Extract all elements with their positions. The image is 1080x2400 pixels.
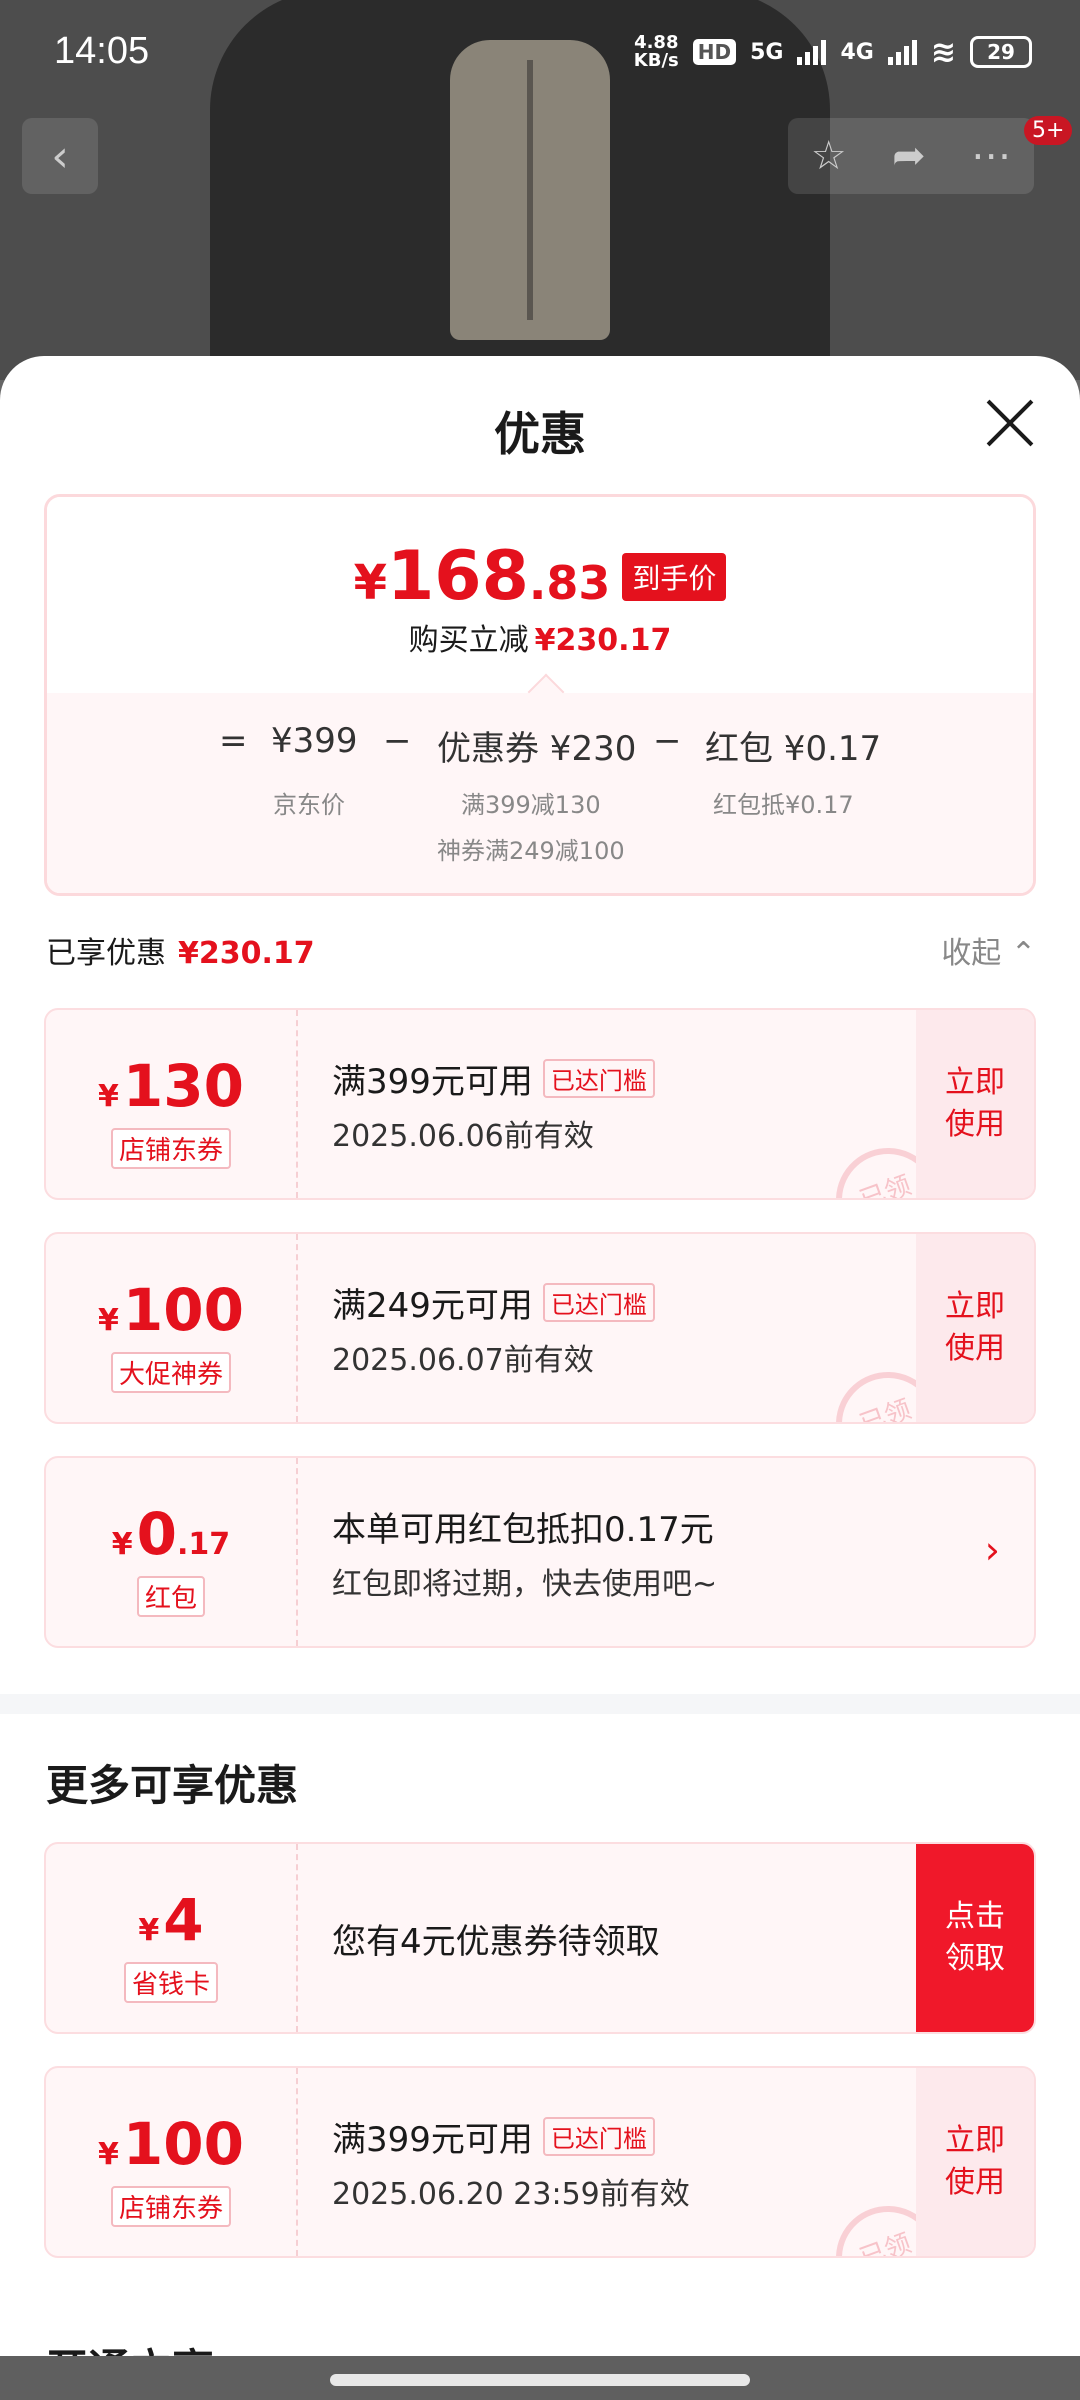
nav-actions: ☆ ➦ ⋯ bbox=[788, 118, 1034, 194]
enjoyed-discount-row: 已享优惠 ¥230.17 收起 ⌃ bbox=[46, 928, 1036, 972]
hd-icon: HD bbox=[692, 39, 737, 65]
calc-coupon-desc-1: 满399减130 bbox=[461, 791, 601, 819]
home-indicator[interactable] bbox=[330, 2374, 750, 2386]
chevron-right-icon: › bbox=[984, 1528, 1000, 1572]
calc-coupon-desc-2: 神券满249减100 bbox=[437, 837, 625, 865]
redpacket-tag: 红包 bbox=[136, 1576, 206, 1617]
threshold-reached-badge: 已达门槛 bbox=[542, 1059, 655, 1098]
coupon-amount: 100 bbox=[122, 2110, 244, 2178]
sheet-title: 优惠 bbox=[494, 407, 586, 461]
calc-redpacket-desc: 红包抵¥0.17 bbox=[713, 791, 854, 819]
coupon-card: ¥100 店铺东券 满399元可用 已达门槛 2025.06.20 23:59前有… bbox=[44, 2066, 1036, 2258]
signal-icon bbox=[797, 39, 827, 65]
final-price-tag: 到手价 bbox=[622, 552, 727, 601]
coupon-condition: 满249元可用 bbox=[332, 1286, 533, 1326]
coupon-type-tag: 店铺东券 bbox=[110, 2186, 232, 2227]
coupon-yen: ¥ bbox=[98, 1303, 119, 1338]
message-badge: 5+ bbox=[1024, 116, 1073, 145]
threshold-reached-badge: 已达门槛 bbox=[542, 1283, 655, 1322]
coupon-validity: 2025.06.07前有效 bbox=[332, 1343, 594, 1378]
redpacket-amount: 0 bbox=[136, 1500, 178, 1568]
status-bar: 14:05 4.88 KB/s HD 5G 4G ≋ 29 bbox=[0, 0, 1080, 110]
redpacket-condition: 本单可用红包抵扣0.17元 bbox=[332, 1510, 714, 1550]
network-5g-label: 5G bbox=[750, 39, 784, 65]
price-breakdown: = ¥399 − 优惠券 ¥230 − 红包 ¥0.17 京东价 满399减13… bbox=[47, 673, 1033, 893]
coupon-amount: 4 bbox=[163, 1886, 204, 1954]
calc-minus-2: − bbox=[653, 721, 682, 761]
coupon-validity: 2025.06.20 23:59前有效 bbox=[332, 2177, 690, 2212]
signal-icon-2 bbox=[887, 39, 917, 65]
enjoyed-value: ¥230.17 bbox=[178, 936, 315, 971]
network-speed-unit: KB/s bbox=[633, 50, 679, 71]
final-price-decimal: .83 bbox=[528, 556, 611, 610]
chevron-left-icon: ‹ bbox=[51, 130, 69, 182]
more-dots-icon[interactable]: ⋯ bbox=[971, 133, 1011, 179]
coupon-card: ¥130 店铺东券 满399元可用 已达门槛 2025.06.06前有效 已领 立… bbox=[44, 1008, 1036, 1200]
final-price-yen: ¥ bbox=[353, 555, 387, 611]
share-icon[interactable]: ➦ bbox=[892, 133, 926, 179]
coupon-amount: 100 bbox=[122, 1276, 244, 1344]
coupon-yen: ¥ bbox=[98, 2137, 119, 2172]
calc-jd-price: ¥399 bbox=[271, 721, 358, 761]
calc-minus-1: − bbox=[383, 721, 412, 761]
more-discounts-title: 更多可享优惠 bbox=[46, 1761, 299, 1810]
coupon-type-tag: 省钱卡 bbox=[123, 1962, 219, 2003]
use-now-button[interactable]: 立即使用 bbox=[916, 1010, 1034, 1198]
redpacket-expiry-note: 红包即将过期，快去使用吧~ bbox=[332, 1567, 718, 1602]
status-time: 14:05 bbox=[54, 30, 150, 72]
back-button[interactable]: ‹ bbox=[22, 118, 98, 194]
gesture-bar bbox=[0, 2356, 1080, 2400]
instant-reduction: 购买立减 ¥230.17 bbox=[47, 615, 1033, 659]
final-price: ¥ 168 .83 到手价 bbox=[47, 537, 1033, 616]
coupon-condition: 满399元可用 bbox=[332, 2120, 533, 2160]
close-icon[interactable] bbox=[984, 396, 1036, 448]
coupon-validity: 2025.06.06前有效 bbox=[332, 1119, 594, 1154]
redpacket-decimal: .17 bbox=[177, 1527, 231, 1562]
section-divider bbox=[0, 1694, 1080, 1714]
reduction-value: ¥230.17 bbox=[534, 623, 672, 658]
network-speed: 4.88 KB/s bbox=[634, 34, 679, 70]
use-now-button[interactable]: 立即使用 bbox=[916, 1234, 1034, 1422]
coupon-condition: 满399元可用 bbox=[332, 1062, 533, 1102]
calc-jd-label: 京东价 bbox=[273, 791, 345, 819]
status-icons: 4.88 KB/s HD 5G 4G ≋ 29 bbox=[634, 34, 1032, 70]
coupon-amount: 130 bbox=[122, 1052, 244, 1120]
coupon-type-tag: 店铺东券 bbox=[110, 1128, 232, 1169]
final-price-integer: 168 bbox=[386, 537, 529, 616]
use-now-button[interactable]: 立即使用 bbox=[916, 2068, 1034, 2256]
coupon-yen: ¥ bbox=[98, 1079, 119, 1114]
redpacket-yen: ¥ bbox=[111, 1527, 133, 1562]
battery-icon: 29 bbox=[970, 36, 1032, 68]
enjoyed-label: 已享优惠 bbox=[46, 936, 166, 971]
favorite-star-icon[interactable]: ☆ bbox=[811, 133, 847, 179]
calc-equals: = bbox=[219, 721, 248, 761]
calc-coupon: 优惠券 ¥230 bbox=[437, 729, 637, 769]
wifi-icon: ≋ bbox=[930, 34, 956, 70]
coupon-type-tag: 大促神券 bbox=[110, 1352, 232, 1393]
threshold-reached-badge: 已达门槛 bbox=[542, 2117, 655, 2156]
savings-card-coupon: ¥4 省钱卡 您有4元优惠券待领取 点击领取 bbox=[44, 1842, 1036, 2034]
claim-button[interactable]: 点击领取 bbox=[916, 1844, 1034, 2032]
network-4g-label: 4G bbox=[840, 39, 874, 65]
coupon-condition: 您有4元优惠券待领取 bbox=[332, 1922, 660, 1962]
reduction-label: 购买立减 bbox=[408, 623, 529, 658]
redpacket-card[interactable]: ¥0.17 红包 本单可用红包抵扣0.17元 红包即将过期，快去使用吧~ › bbox=[44, 1456, 1036, 1648]
collapse-toggle[interactable]: 收起 ⌃ bbox=[941, 928, 1036, 972]
coupon-yen: ¥ bbox=[138, 1913, 160, 1948]
coupon-card: ¥100 大促神券 满249元可用 已达门槛 2025.06.07前有效 已领 立… bbox=[44, 1232, 1036, 1424]
price-summary-card: ¥ 168 .83 到手价 购买立减 ¥230.17 = ¥399 − 优惠券 ¥… bbox=[44, 494, 1036, 896]
discount-sheet: 优惠 ¥ 168 .83 到手价 购买立减 ¥230.17 = ¥399 − 优惠… bbox=[0, 356, 1080, 2400]
calc-redpacket: 红包 ¥0.17 bbox=[705, 729, 882, 769]
